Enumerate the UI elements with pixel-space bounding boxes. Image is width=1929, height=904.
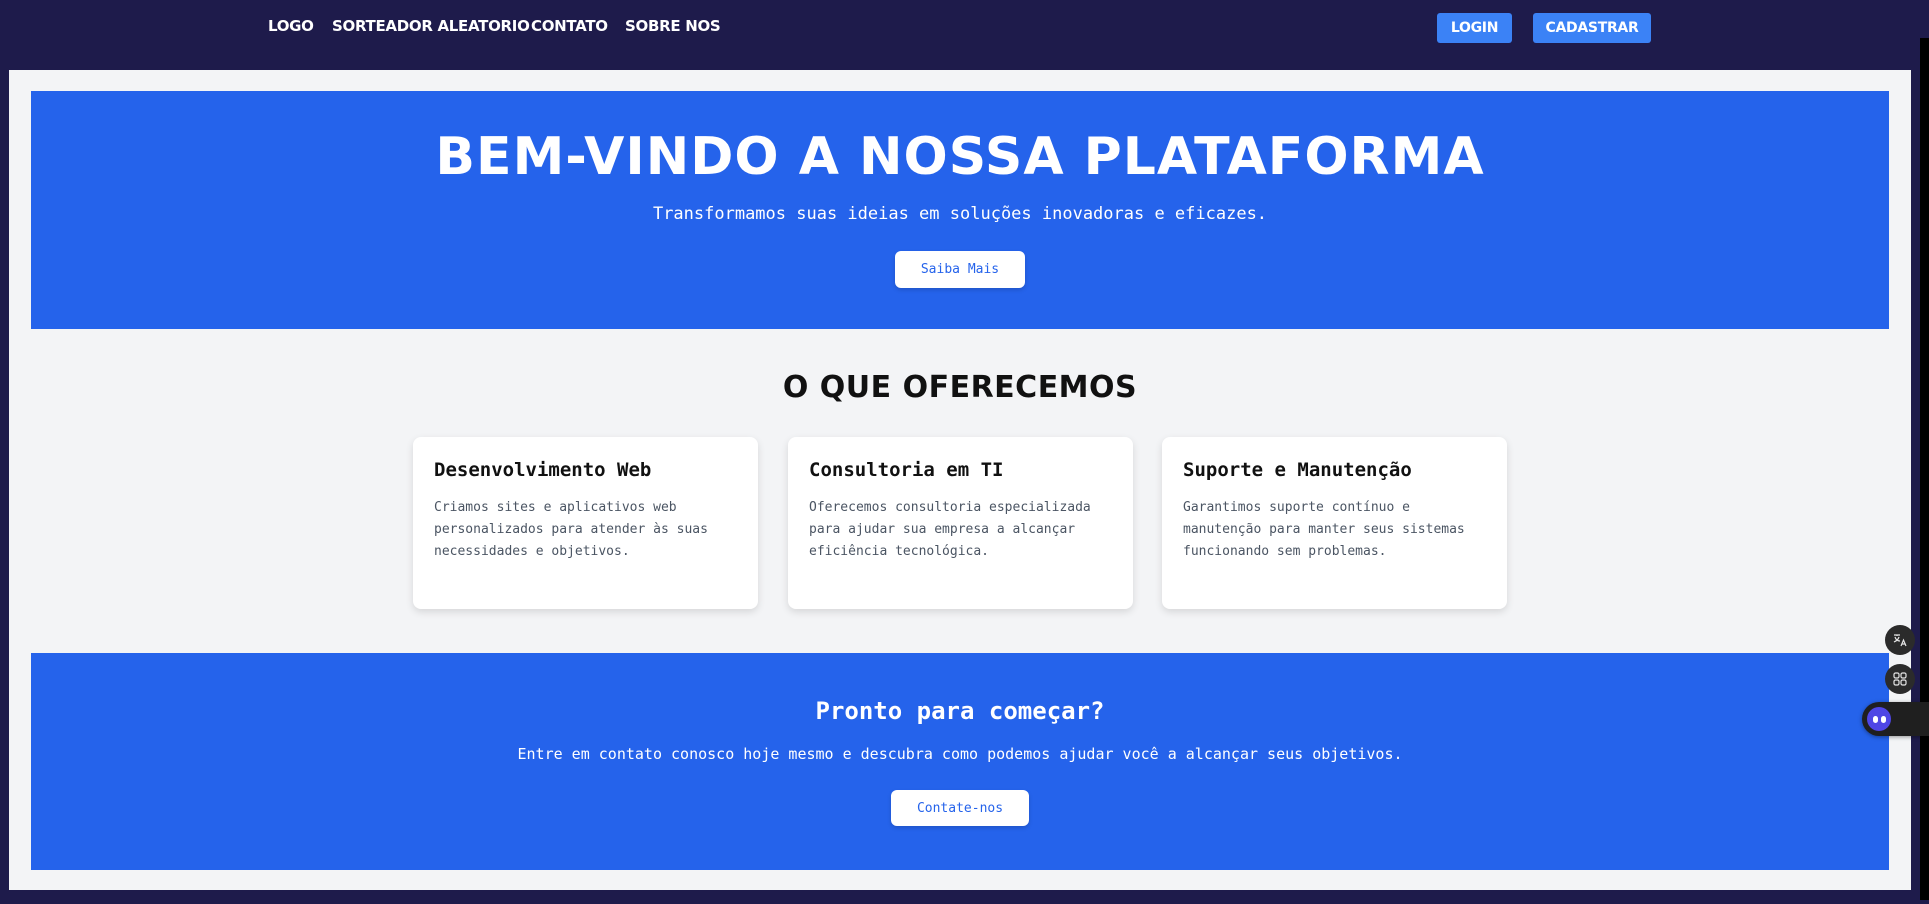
- hero-subtitle: Transformamos suas ideias em soluções in…: [652, 204, 1268, 224]
- bottom-edge: [0, 900, 1929, 904]
- assistant-icon: [1867, 707, 1891, 731]
- hero-section: BEM-VINDO A NOSSA PLATAFORMA Transformam…: [31, 91, 1889, 329]
- service-card-title: Suporte e Manutenção: [1183, 459, 1412, 481]
- service-card-text: Criamos sites e aplicativos web personal…: [434, 500, 708, 559]
- window-edge: [1920, 38, 1929, 904]
- service-card-text: Garantimos suporte contínuo e manutenção…: [1183, 500, 1465, 559]
- signup-button[interactable]: CADASTRAR: [1533, 13, 1651, 43]
- assistant-launcher[interactable]: [1862, 702, 1929, 736]
- hero-title: BEM-VINDO A NOSSA PLATAFORMA: [435, 127, 1485, 187]
- cta-text: Entre em contato conosco hoje mesmo e de…: [517, 745, 1403, 763]
- nav-link-contato[interactable]: CONTATO: [531, 17, 608, 35]
- service-card: Desenvolvimento Web Criamos sites e apli…: [413, 437, 758, 609]
- translate-icon-glyph: [1893, 634, 1907, 647]
- service-card-title: Consultoria em TI: [809, 459, 1004, 481]
- contact-us-button[interactable]: Contate-nos: [891, 790, 1029, 826]
- top-navbar: LOGO SORTEADOR ALEATORIO CONTATO SOBRE N…: [0, 0, 1920, 61]
- learn-more-button[interactable]: Saiba Mais: [895, 251, 1025, 288]
- cta-title: Pronto para começar?: [815, 697, 1105, 725]
- nav-link-sorteador[interactable]: SORTEADOR ALEATORIO: [332, 17, 530, 35]
- assistant-eye-right: [1880, 715, 1886, 723]
- services-title: O QUE OFERECEMOS: [782, 370, 1138, 405]
- service-card: Suporte e Manutenção Garantimos suporte …: [1162, 437, 1507, 609]
- service-card-title: Desenvolvimento Web: [434, 459, 652, 481]
- login-button[interactable]: LOGIN: [1437, 13, 1512, 43]
- nav-link-logo[interactable]: LOGO: [268, 17, 314, 35]
- cta-section: Pronto para começar? Entre em contato co…: [31, 653, 1889, 870]
- page-container: BEM-VINDO A NOSSA PLATAFORMA Transformam…: [9, 70, 1911, 890]
- assistant-eye-left: [1872, 715, 1878, 723]
- apps-icon[interactable]: [1885, 664, 1915, 694]
- service-card-text: Oferecemos consultoria especializada par…: [809, 500, 1091, 559]
- translate-icon[interactable]: [1885, 625, 1915, 655]
- nav-link-sobre-nos[interactable]: SOBRE NOS: [625, 17, 721, 35]
- service-card: Consultoria em TI Oferecemos consultoria…: [788, 437, 1133, 609]
- apps-icon-glyph: [1893, 672, 1907, 686]
